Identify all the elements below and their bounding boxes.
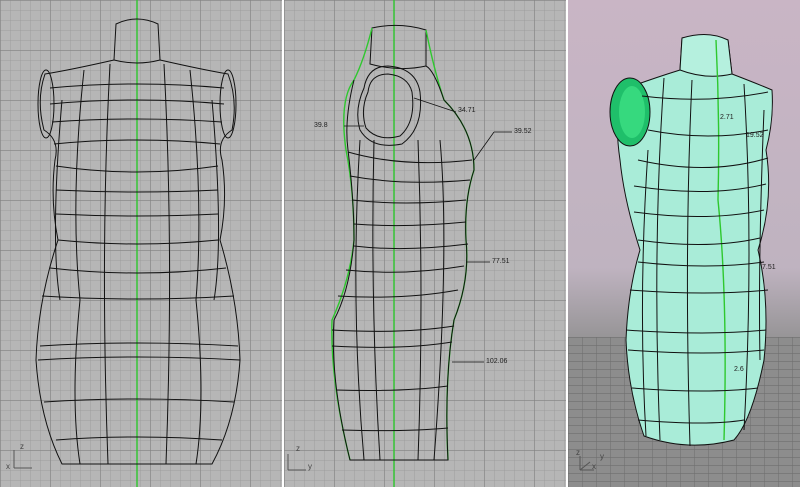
dimension-label: 102.06 [486, 358, 508, 365]
perspective-axis-icon [579, 456, 594, 471]
right-viewport[interactable]: 39.8 34.71 39.52 77.51 102.06 z y [284, 0, 566, 487]
front-axis-icon [13, 450, 32, 469]
perspective-axis-y-label: y [600, 452, 604, 461]
front-viewport[interactable]: x z [0, 0, 282, 487]
front-mannequin-wireframe[interactable] [0, 0, 282, 487]
right-axis-y-label: y [308, 462, 312, 471]
perspective-viewport[interactable]: 2.71 19.52 7.51 2.6 z x y [568, 0, 800, 487]
right-axis-z-label: z [296, 444, 300, 453]
dimension-label: 77.51 [492, 258, 510, 265]
right-mannequin-wireframe[interactable] [284, 0, 566, 487]
dimension-label: 34.71 [458, 107, 476, 114]
perspective-axis-z-label: z [576, 448, 580, 457]
perspective-axis-x-label: x [592, 462, 596, 471]
dimension-label: 19.52 [746, 132, 764, 139]
dimension-label: 2.6 [734, 366, 744, 373]
dimension-label: 7.51 [762, 264, 776, 271]
perspective-mannequin-surface[interactable] [568, 0, 800, 487]
right-axis-icon [287, 454, 306, 471]
dimension-label: 2.71 [720, 114, 734, 121]
dimension-label: 39.52 [514, 128, 532, 135]
viewport-layout: x z 39.8 34.71 39.52 77.51 102.06 z y 2.… [0, 0, 800, 487]
dimension-label: 39.8 [314, 122, 328, 129]
